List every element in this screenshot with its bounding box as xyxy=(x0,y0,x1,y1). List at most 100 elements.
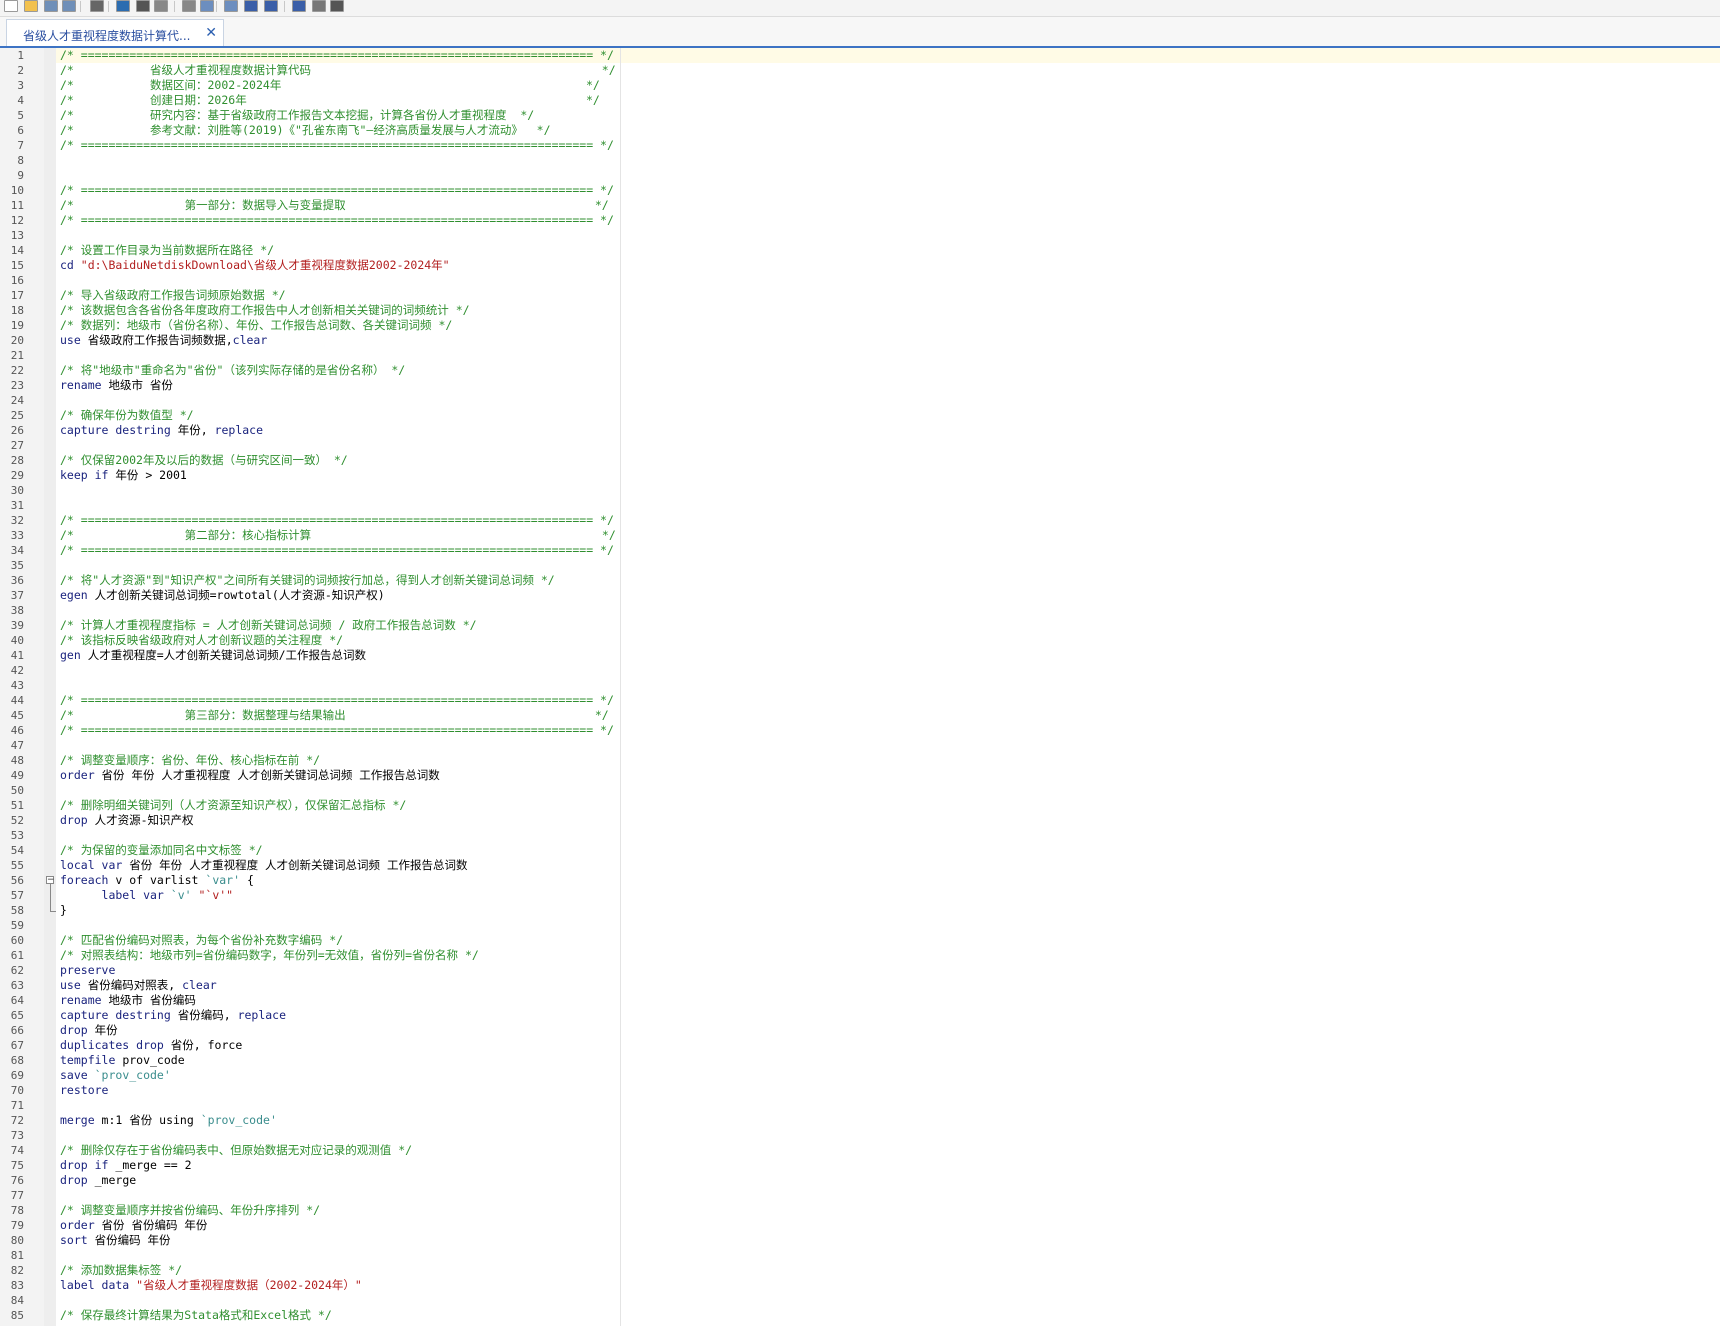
code-text: drop 年份 xyxy=(60,1023,118,1038)
line-number: 79 xyxy=(10,1219,24,1232)
line-number: 53 xyxy=(10,829,24,842)
code-line: 16 xyxy=(0,273,1720,288)
open-folder-icon[interactable] xyxy=(24,0,38,12)
line-number: 47 xyxy=(10,739,24,752)
line-number: 28 xyxy=(10,454,24,467)
code-line: 19 /* 数据列：地级市（省份名称）、年份、工作报告总词数、各关键词词频 */ xyxy=(0,318,1720,333)
code-line: 71 xyxy=(0,1098,1720,1113)
code-token: /* 创建日期：2026年 */ xyxy=(60,93,600,107)
code-token: 省份, force xyxy=(170,1038,243,1052)
code-token: egen xyxy=(60,588,95,602)
copy-icon[interactable] xyxy=(154,0,168,12)
code-line: 59 xyxy=(0,918,1720,933)
code-token: use xyxy=(60,333,88,347)
code-token: /* 调整变量顺序：省份、年份、核心指标在前 */ xyxy=(60,753,321,767)
code-text: rename 地级市 省份 xyxy=(60,378,173,393)
close-icon[interactable]: ✕ xyxy=(205,25,217,41)
cut-icon[interactable] xyxy=(136,0,150,12)
code-text: /* 该数据包含各省份各年度政府工作报告中人才创新相关关键词的词频统计 */ xyxy=(60,303,470,318)
new-file-icon[interactable] xyxy=(4,0,18,12)
code-line: 50 xyxy=(0,783,1720,798)
code-token: gen xyxy=(60,648,88,662)
line-number: 3 xyxy=(17,79,24,92)
code-text: tempfile prov_code xyxy=(60,1053,185,1068)
code-token: /* 数据列：地级市（省份名称）、年份、工作报告总词数、各关键词词频 */ xyxy=(60,318,453,332)
line-number: 78 xyxy=(10,1204,24,1217)
code-token: drop xyxy=(60,1023,95,1037)
code-line: 62 preserve xyxy=(0,963,1720,978)
line-number: 19 xyxy=(10,319,24,332)
code-token: 年份 xyxy=(94,1023,118,1037)
print-icon[interactable] xyxy=(90,0,104,12)
code-token: v of varlist xyxy=(115,873,206,887)
redo-icon[interactable] xyxy=(224,0,238,12)
bookmark-prev-icon[interactable] xyxy=(292,0,306,12)
code-token: /* 设置工作目录为当前数据所在路径 */ xyxy=(60,243,275,257)
line-number: 46 xyxy=(10,724,24,737)
code-text: /* 第三部分：数据整理与结果输出 */ xyxy=(60,708,609,723)
line-number: 38 xyxy=(10,604,24,617)
code-token: /* 将"人才资源"到"知识产权"之间所有关键词的词频按行加总，得到人才创新关键… xyxy=(60,573,555,587)
fold-collapse-icon[interactable]: − xyxy=(46,876,55,885)
code-token: /* 第三部分：数据整理与结果输出 */ xyxy=(60,708,609,722)
line-number: 10 xyxy=(10,184,24,197)
code-line: 47 xyxy=(0,738,1720,753)
code-token: "省级人才重视程度数据（2002-2024年）" xyxy=(136,1278,362,1292)
code-line: 28 /* 仅保留2002年及以后的数据（与研究区间一致） */ xyxy=(0,453,1720,468)
code-text: capture destring 年份, replace xyxy=(60,423,263,438)
code-token: /* 删除明细关键词列（人才资源至知识产权），仅保留汇总指标 */ xyxy=(60,798,407,812)
code-line: 37 egen 人才创新关键词总词频=rowtotal(人才资源-知识产权) xyxy=(0,588,1720,603)
code-line: 17 /* 导入省级政府工作报告词频原始数据 */ xyxy=(0,288,1720,303)
paste-icon[interactable] xyxy=(182,0,196,12)
run-file-icon[interactable] xyxy=(330,0,344,12)
code-token: { xyxy=(240,873,254,887)
line-number: 22 xyxy=(10,364,24,377)
code-line: 55 local var 省份 年份 人才重视程度 人才创新关键词总词频 工作报告… xyxy=(0,858,1720,873)
code-line: 82 /* 添加数据集标签 */ xyxy=(0,1263,1720,1278)
code-text: local var 省份 年份 人才重视程度 人才创新关键词总词频 工作报告总词… xyxy=(60,858,467,873)
code-line: 45 /* 第三部分：数据整理与结果输出 */ xyxy=(0,708,1720,723)
code-token: /* 第一部分：数据导入与变量提取 */ xyxy=(60,198,609,212)
bookmark-next-icon[interactable] xyxy=(264,0,278,12)
code-token: /* 删除仅存在于省份编码表中、但原始数据无对应记录的观测值 */ xyxy=(60,1143,413,1157)
line-number: 30 xyxy=(10,484,24,497)
code-text: /* 省级人才重视程度数据计算代码 */ xyxy=(60,63,616,78)
code-token: `v' xyxy=(170,888,192,902)
code-token: /* =====================================… xyxy=(60,48,614,62)
code-text: /* =====================================… xyxy=(60,48,614,63)
code-editor[interactable]: 1 /* ====================================… xyxy=(0,48,1720,1326)
code-token: tempfile xyxy=(60,1053,123,1067)
code-text: rename 地级市 省份编码 xyxy=(60,993,196,1008)
line-number: 7 xyxy=(17,139,24,152)
find-icon[interactable] xyxy=(116,0,130,12)
code-line: 49 order 省份 年份 人才重视程度 人才创新关键词总词频 工作报告总词数 xyxy=(0,768,1720,783)
line-number: 83 xyxy=(10,1279,24,1292)
code-token: } xyxy=(60,903,67,917)
toolbar-separator xyxy=(80,1,81,12)
code-token: label data xyxy=(60,1278,137,1292)
code-line: 32 /* ===================================… xyxy=(0,513,1720,528)
line-number: 73 xyxy=(10,1129,24,1142)
code-token: keep if xyxy=(60,468,116,482)
undo-icon[interactable] xyxy=(200,0,214,12)
save-all-icon[interactable] xyxy=(62,0,76,12)
code-token: /* =====================================… xyxy=(60,543,614,557)
code-text: preserve xyxy=(60,963,115,978)
show-hide-icon[interactable] xyxy=(312,0,326,12)
code-line: 21 xyxy=(0,348,1720,363)
code-line: 39 /* 计算人才重视程度指标 = 人才创新关键词总词频 / 政府工作报告总词数… xyxy=(0,618,1720,633)
save-icon[interactable] xyxy=(44,0,58,12)
code-token: label var xyxy=(60,888,171,902)
line-number: 64 xyxy=(10,994,24,1007)
code-line: 60 /* 匹配省份编码对照表，为每个省份补充数字编码 */ xyxy=(0,933,1720,948)
code-token: "d:\BaiduNetdiskDownload\省级人才重视程度数据2002-… xyxy=(80,258,450,272)
code-token: /* 研究内容：基于省级政府工作报告文本挖掘，计算各省份人才重视程度 */ xyxy=(60,108,535,122)
tab-do-file[interactable]: 省级人才重视程度数据计算代... ✕ xyxy=(6,19,224,47)
line-number: 35 xyxy=(10,559,24,572)
bookmark-icon[interactable] xyxy=(244,0,258,12)
code-text: /* 调整变量顺序并按省份编码、年份升序排列 */ xyxy=(60,1203,320,1218)
code-token: /* 参考文献：刘胜等(2019)《"孔雀东南飞"—经济高质量发展与人才流动》 … xyxy=(60,123,551,137)
line-number: 75 xyxy=(10,1159,24,1172)
code-token: /* 对照表结构：地级市列=省份编码数字，年份列=无效值，省份列=省份名称 */ xyxy=(60,948,479,962)
code-token: /* 为保留的变量添加同名中文标签 */ xyxy=(60,843,263,857)
